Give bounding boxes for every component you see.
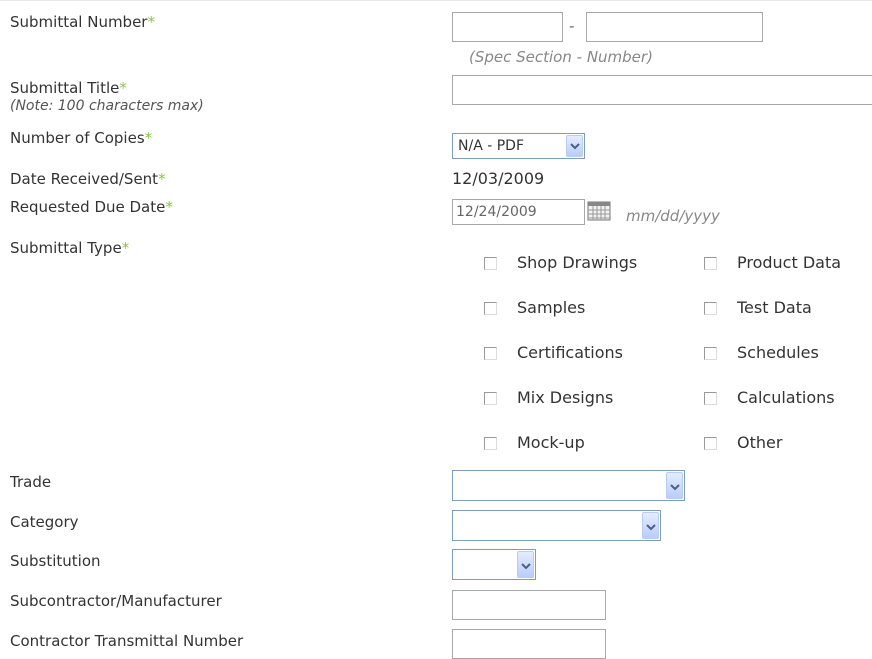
requested-due-date-label: Requested Due Date* — [10, 198, 173, 216]
checkbox-box[interactable] — [704, 436, 717, 450]
calendar-icon[interactable] — [587, 200, 611, 222]
date-received-value: 12/03/2009 — [452, 169, 545, 188]
checkbox-box[interactable] — [484, 391, 497, 405]
substitution-select[interactable] — [452, 549, 536, 580]
checkbox-box[interactable] — [484, 436, 497, 450]
submittal-sequence-field[interactable] — [586, 12, 763, 42]
due-date-field[interactable] — [452, 199, 585, 225]
trade-select[interactable] — [452, 470, 685, 501]
required-marker: * — [121, 239, 130, 257]
checkbox-calculations[interactable]: Calculations — [704, 389, 835, 407]
subcontractor-field[interactable] — [452, 590, 606, 620]
chevron-down-icon[interactable] — [666, 472, 683, 499]
required-marker: * — [147, 13, 155, 31]
checkbox-test-data[interactable]: Test Data — [704, 299, 812, 317]
subcontractor-label: Subcontractor/Manufacturer — [10, 592, 222, 610]
required-marker: * — [144, 129, 153, 147]
chevron-down-icon[interactable] — [642, 512, 659, 539]
spec-number-hint: (Spec Section - Number) — [469, 48, 653, 66]
top-divider — [0, 0, 872, 1]
checkbox-box[interactable] — [484, 346, 497, 360]
submittal-title-field[interactable] — [452, 75, 872, 105]
date-received-label: Date Received/Sent* — [10, 170, 166, 188]
checkbox-other[interactable]: Other — [704, 434, 782, 452]
chevron-down-icon[interactable] — [517, 551, 534, 578]
checkbox-box[interactable] — [484, 256, 497, 270]
checkbox-mix-designs[interactable]: Mix Designs — [484, 389, 613, 407]
checkbox-box[interactable] — [704, 391, 717, 405]
checkbox-certifications[interactable]: Certifications — [484, 344, 623, 362]
required-marker: * — [165, 198, 173, 216]
number-of-copies-label: Number of Copies* — [10, 129, 153, 147]
checkbox-box[interactable] — [484, 301, 497, 315]
copies-selected-value: N/A - PDF — [458, 138, 524, 154]
checkbox-box[interactable] — [704, 301, 717, 315]
transmittal-number-label: Contractor Transmittal Number — [10, 632, 244, 650]
spec-section-input[interactable] — [453, 13, 562, 41]
submittal-type-label: Submittal Type* — [10, 239, 130, 257]
checkbox-box[interactable] — [704, 256, 717, 270]
submittal-title-label: Submittal Title* — [10, 79, 127, 97]
trade-label: Trade — [10, 473, 52, 491]
checkbox-shop-drawings[interactable]: Shop Drawings — [484, 254, 637, 272]
submittal-title-input[interactable] — [453, 76, 872, 104]
required-marker: * — [158, 170, 166, 188]
checkbox-box[interactable] — [704, 346, 717, 360]
checkbox-samples[interactable]: Samples — [484, 299, 585, 317]
checkbox-mock-up[interactable]: Mock-up — [484, 434, 585, 452]
chevron-down-icon[interactable] — [566, 135, 583, 157]
number-of-copies-select[interactable]: N/A - PDF — [452, 133, 585, 159]
submittal-sequence-input[interactable] — [587, 13, 762, 41]
title-length-note: (Note: 100 characters max) — [10, 98, 204, 114]
date-format-hint: mm/dd/yyyy — [626, 207, 720, 225]
category-select[interactable] — [452, 510, 661, 541]
substitution-label: Substitution — [10, 552, 101, 570]
spec-section-field[interactable] — [452, 12, 563, 42]
due-date-input[interactable] — [453, 200, 584, 224]
required-marker: * — [119, 79, 127, 97]
category-label: Category — [10, 513, 79, 531]
transmittal-number-field[interactable] — [452, 629, 606, 659]
submittal-number-label: Submittal Number* — [10, 13, 155, 31]
subcontractor-input[interactable] — [453, 591, 605, 619]
number-separator: - — [569, 17, 575, 35]
checkbox-product-data[interactable]: Product Data — [704, 254, 841, 272]
checkbox-schedules[interactable]: Schedules — [704, 344, 819, 362]
